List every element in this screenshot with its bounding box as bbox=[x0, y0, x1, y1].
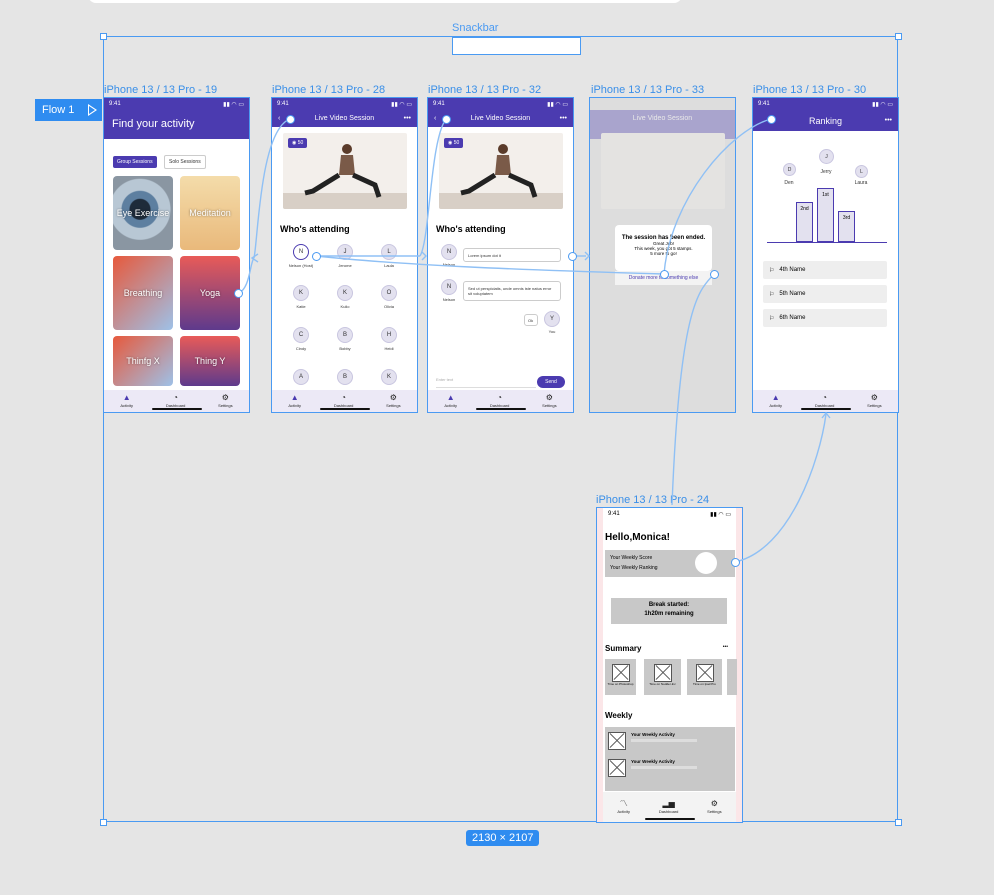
connector-node[interactable] bbox=[660, 270, 669, 279]
connector-to-ended bbox=[315, 255, 665, 275]
connector-dashboard-to-ranking bbox=[734, 413, 827, 563]
connector-node[interactable] bbox=[731, 558, 740, 567]
connector-node[interactable] bbox=[312, 252, 321, 261]
arrowhead bbox=[421, 251, 427, 261]
connector-node[interactable] bbox=[767, 115, 776, 124]
connector-node[interactable] bbox=[568, 252, 577, 261]
connector-yoga-to-live bbox=[237, 257, 255, 294]
connector-back-32 bbox=[419, 118, 447, 257]
connector-node[interactable] bbox=[234, 289, 243, 298]
connector-back-28 bbox=[253, 118, 291, 259]
connector-ended-to-ranking bbox=[663, 118, 772, 275]
connector-node[interactable] bbox=[286, 115, 295, 124]
connector-node[interactable] bbox=[710, 270, 719, 279]
connector-ended-to-dashboard bbox=[671, 273, 715, 506]
connector-node[interactable] bbox=[442, 115, 451, 124]
prototype-connections bbox=[237, 118, 831, 563]
